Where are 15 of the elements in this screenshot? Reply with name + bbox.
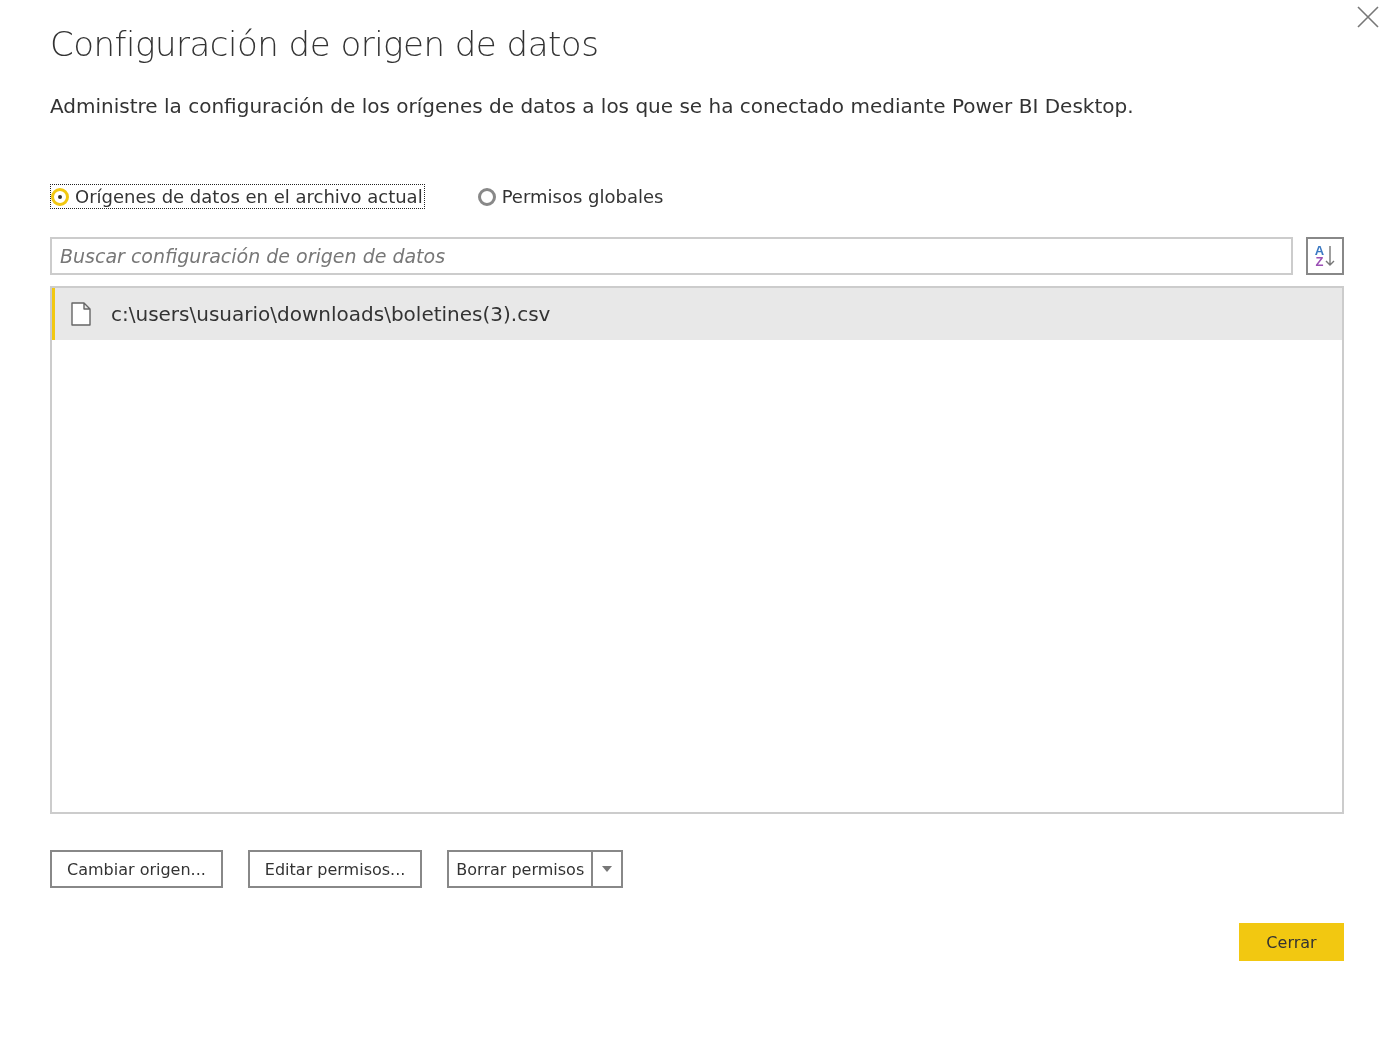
radio-option[interactable]: Orígenes de datos en el archivo actual <box>50 184 425 209</box>
search-field[interactable]: Buscar configuración de origen de datos <box>50 237 1293 275</box>
source-item[interactable]: c:\users\usuario\downloads\boletines(3).csv <box>52 288 1342 340</box>
source-path: c:\users\usuario\downloads\boletines(3).csv <box>111 302 551 326</box>
dialog-description: Administre la configuración de los orígenes de datos a los que se ha conectado mediante Power BI Desktop. <box>50 94 1135 118</box>
split-button[interactable]: Borrar permisos <box>447 850 624 888</box>
dialog-title: Configuración de origen de datos <box>50 24 600 64</box>
action-button[interactable]: Cambiar origen... <box>50 850 223 888</box>
close-icon[interactable] <box>1357 6 1379 28</box>
action-button[interactable]: Editar permisos... <box>247 850 423 888</box>
radio-option[interactable]: Permisos globales <box>476 184 666 209</box>
down-arrow-icon <box>1325 245 1336 267</box>
file-icon <box>71 302 91 326</box>
sort-button[interactable]: A Z <box>1306 237 1344 275</box>
close-button[interactable]: Cerrar <box>1239 923 1344 961</box>
